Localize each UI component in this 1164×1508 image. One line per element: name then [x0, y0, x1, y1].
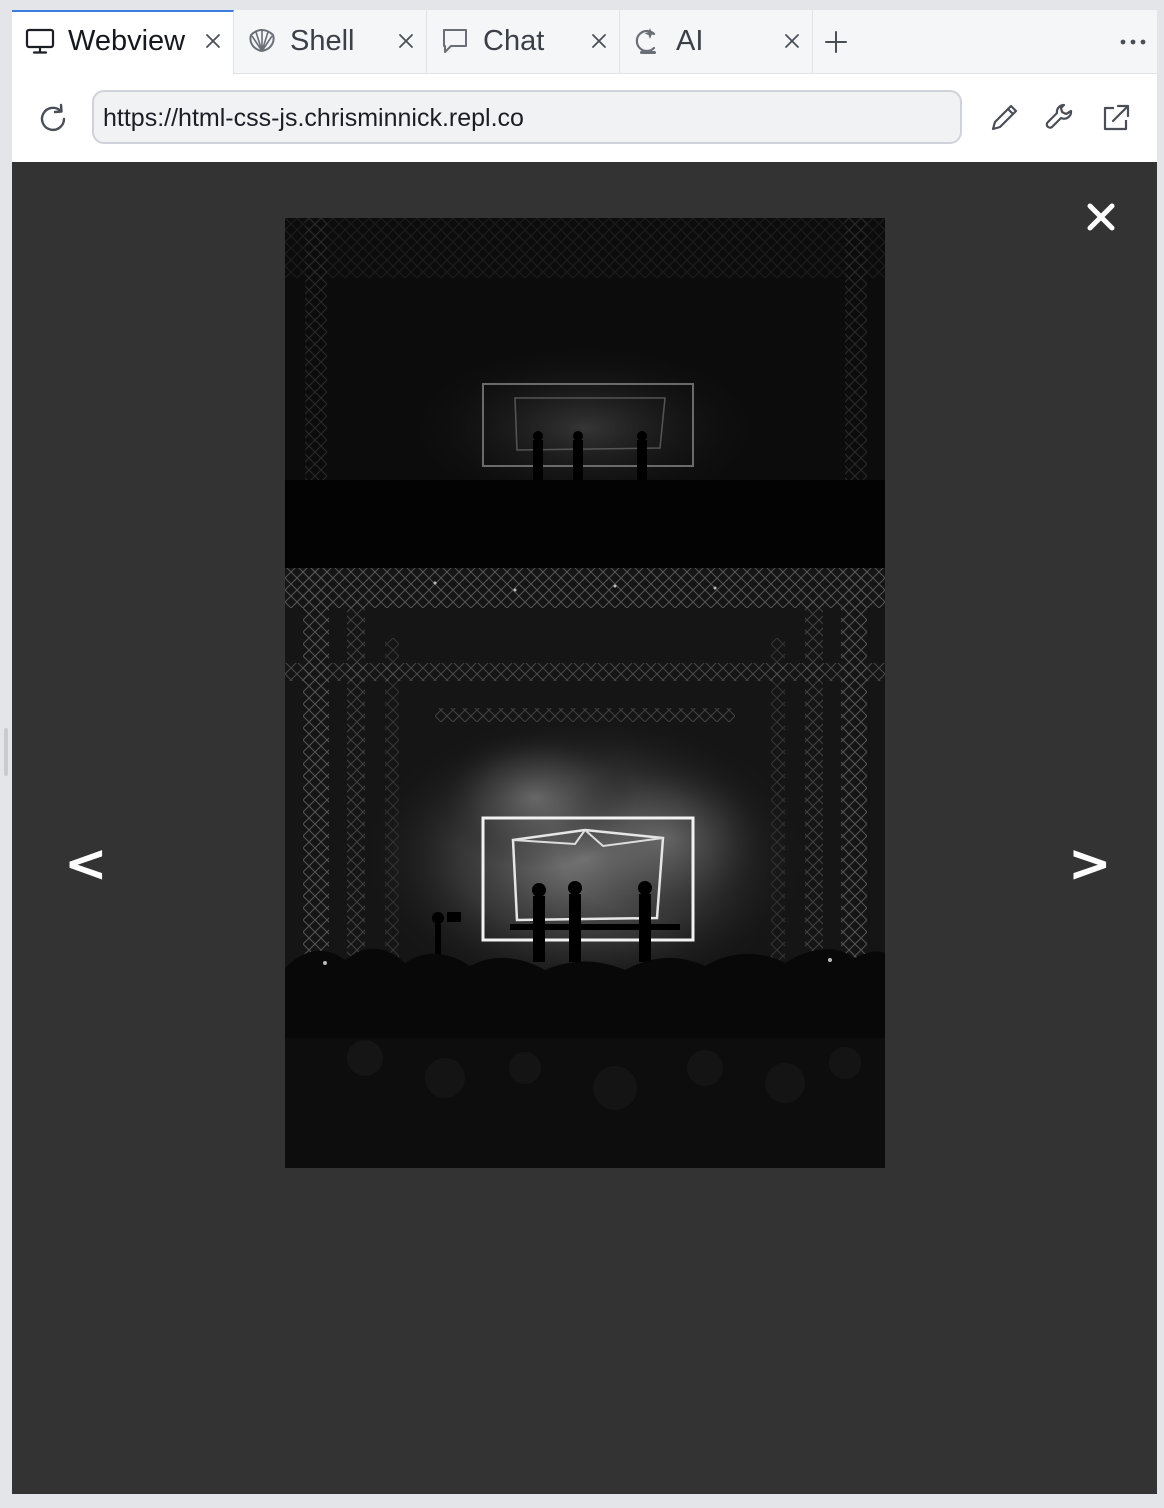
lightbox-overlay: < > [12, 162, 1157, 1494]
tab-label: Shell [290, 25, 355, 57]
close-tab-icon[interactable] [203, 31, 223, 51]
chat-bubble-icon [443, 29, 467, 53]
close-tab-icon[interactable] [396, 31, 416, 51]
shell-icon [249, 28, 275, 53]
pencil-icon[interactable] [986, 100, 1022, 136]
tab-shell[interactable]: Shell [234, 10, 427, 73]
prev-button[interactable]: < [64, 838, 108, 890]
tab-label: Webview [68, 25, 186, 57]
open-external-icon[interactable] [1098, 100, 1134, 136]
ai-sparkle-icon [635, 28, 656, 54]
webview-pane: Webview Shell Chat AI https://html-css-j… [12, 10, 1157, 1494]
tab-bar: Webview Shell Chat AI [12, 10, 1157, 74]
concert-photo [285, 218, 885, 1168]
monitor-icon [25, 28, 55, 54]
next-button[interactable]: > [1068, 838, 1112, 890]
tab-ai[interactable]: AI [620, 10, 813, 73]
url-input[interactable]: https://html-css-js.chrisminnick.repl.co [92, 90, 962, 144]
tab-label: Chat [483, 25, 545, 57]
url-text: https://html-css-js.chrisminnick.repl.co [103, 104, 524, 132]
add-tab-icon[interactable] [822, 28, 850, 56]
address-bar: https://html-css-js.chrisminnick.repl.co [12, 74, 1157, 162]
tab-webview[interactable]: Webview [12, 10, 234, 74]
tab-chat[interactable]: Chat [427, 10, 620, 73]
tab-label: AI [676, 25, 704, 57]
close-tab-icon[interactable] [782, 31, 802, 51]
panel-resize-handle[interactable] [4, 728, 8, 776]
wrench-icon[interactable] [1042, 100, 1078, 136]
close-icon[interactable] [1084, 200, 1118, 234]
more-options-icon[interactable] [1117, 30, 1149, 54]
reload-icon[interactable] [36, 102, 70, 136]
close-tab-icon[interactable] [589, 31, 609, 51]
